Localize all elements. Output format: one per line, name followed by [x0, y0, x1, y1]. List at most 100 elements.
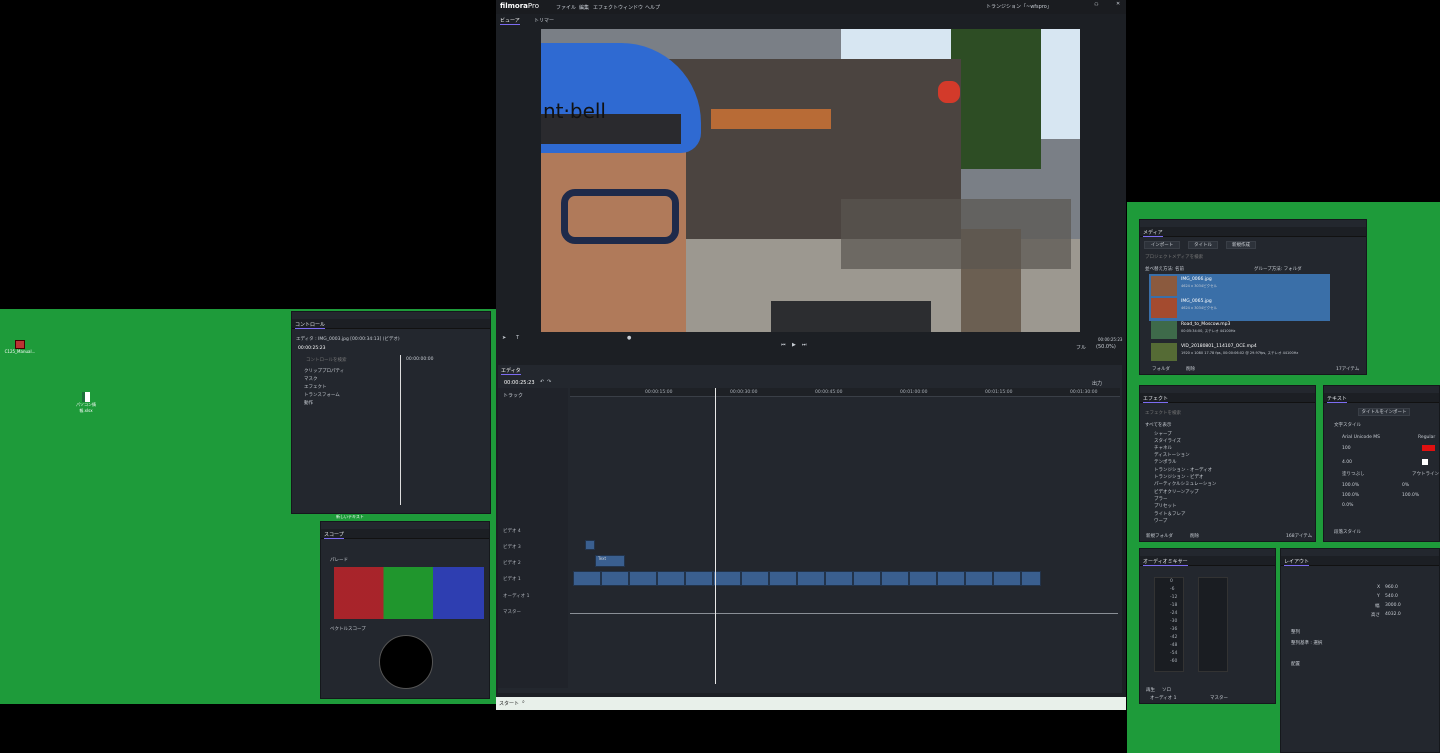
effect-category[interactable]: ライト＆フレア — [1154, 511, 1186, 517]
editor-timecode: 00:00:25:23 — [504, 380, 535, 386]
fill-select[interactable]: 塗りつぶし — [1342, 471, 1365, 477]
x-input[interactable]: 960.0 — [1385, 585, 1398, 590]
tracking-input[interactable]: 0% — [1402, 483, 1409, 488]
scale-x-input[interactable]: 100.0% — [1342, 483, 1359, 488]
fill-color-swatch[interactable] — [1422, 445, 1435, 451]
effect-category[interactable]: スタイライズ — [1154, 438, 1181, 444]
size-input[interactable]: 100 — [1342, 446, 1351, 451]
align-label: 整列 — [1291, 630, 1300, 635]
text-clip[interactable] — [585, 540, 595, 550]
control-item[interactable]: トランスフォーム — [304, 392, 340, 398]
next-frame-icon[interactable]: ⏭ — [802, 342, 807, 348]
select-tool-icon[interactable]: ➤ — [502, 335, 506, 341]
stroke-color-swatch[interactable] — [1422, 459, 1428, 465]
vectorscope-label: ベクトルスコープ — [330, 627, 366, 632]
media-item[interactable]: VID_20180801_114107_OCE.mp4 1920 x 1080 … — [1149, 341, 1330, 363]
effect-category[interactable]: トランジション - オーディオ — [1154, 467, 1212, 473]
menu-effects[interactable]: エフェクト — [593, 4, 618, 11]
text-style-label: 文字スタイル — [1334, 423, 1361, 428]
playhead[interactable] — [715, 388, 716, 684]
leading-input[interactable]: 100.0% — [1402, 493, 1419, 498]
effect-category[interactable]: プリセット — [1154, 503, 1177, 509]
height-input[interactable]: 4032.0 — [1385, 612, 1401, 617]
outline-toggle[interactable]: アウトライン — [1412, 471, 1439, 477]
control-item[interactable]: 動作 — [304, 400, 313, 406]
align-base-select[interactable]: 整列基準 : 選択 — [1291, 640, 1322, 646]
solo-tab[interactable]: ソロ — [1162, 687, 1171, 693]
effect-category[interactable]: ワープ — [1154, 518, 1167, 524]
control-search[interactable]: コントロールを検索 — [306, 357, 347, 363]
thumbnail — [1151, 321, 1177, 339]
undo-icon[interactable]: ↶ — [540, 379, 544, 385]
fit-select[interactable]: フル — [1076, 344, 1086, 351]
import-title-button[interactable]: タイトルをインポート — [1358, 408, 1410, 416]
effects-delete-button[interactable]: 削除 — [1190, 533, 1199, 539]
control-item[interactable]: エフェクト — [304, 384, 327, 390]
text-panel: テキスト タイトルをインポート 文字スタイル Arial Unicode MS … — [1323, 385, 1440, 542]
meter-channel-2 — [1198, 577, 1228, 672]
effect-category[interactable]: パーティクルシミュレーション — [1154, 481, 1216, 487]
desktop-icon-xlsx[interactable]: パソコン情報.xlsx — [70, 392, 102, 414]
search-icon[interactable]: ⌕ — [522, 699, 525, 705]
media-item[interactable]: Road_to_Moscow.mp3 00:05:34:00, ステレオ 441… — [1149, 319, 1330, 341]
ruler-tick: 00:00:15:00 — [645, 390, 673, 395]
menu-help[interactable]: ヘルプ — [645, 4, 660, 11]
control-timecode: 00:00:25:23 — [298, 346, 326, 351]
import-button[interactable]: インポート — [1144, 241, 1180, 249]
meter-channel-1 — [1154, 577, 1184, 672]
lantern — [938, 81, 960, 103]
tab-viewer[interactable]: ビューア — [500, 17, 520, 25]
media-item[interactable]: IMG_0065.jpg 4624 x 3034ピクセル — [1149, 296, 1330, 321]
text-clip-2[interactable]: Text — [595, 555, 625, 567]
menu-file[interactable]: ファイル — [556, 4, 576, 11]
effects-search[interactable]: エフェクトを検索 — [1145, 410, 1181, 416]
user-icon[interactable]: ⚇ — [1094, 2, 1098, 8]
tab-trimmer[interactable]: トリマー — [534, 17, 554, 24]
play-icon[interactable]: ▶ — [792, 342, 796, 348]
folder-button[interactable]: フォルダ — [1152, 366, 1170, 372]
video-clip-strip[interactable] — [573, 571, 1041, 586]
effects-show[interactable]: すべてを表示 — [1145, 422, 1171, 428]
stroke-input[interactable]: 4.00 — [1342, 460, 1352, 465]
delete-button[interactable]: 削除 — [1186, 366, 1195, 372]
control-item[interactable]: マスク — [304, 376, 318, 382]
media-sort[interactable]: 並べ替え方法: 名前 — [1145, 266, 1184, 272]
effect-category[interactable]: ブラー — [1154, 496, 1168, 502]
effect-category[interactable]: ディストーション — [1154, 452, 1190, 458]
control-item[interactable]: クリッププロパティ — [304, 368, 344, 374]
playhead-marker-icon[interactable]: ● — [627, 335, 631, 341]
effect-category[interactable]: ビデオクリーンアップ — [1154, 489, 1199, 495]
desktop-icon-c125[interactable]: C125_Manual... — [4, 340, 36, 354]
viewer-timecode: 00:00:25:23 — [1098, 337, 1123, 342]
menu-edit[interactable]: 編集 — [579, 4, 589, 11]
prev-frame-icon[interactable]: ⏮ — [781, 342, 786, 348]
output-button[interactable]: 出力 — [1092, 380, 1102, 387]
effect-category[interactable]: チャネル — [1154, 445, 1172, 451]
y-input[interactable]: 540.0 — [1385, 594, 1398, 599]
close-icon[interactable]: ✕ — [1116, 1, 1120, 7]
font-select[interactable]: Arial Unicode MS — [1342, 435, 1380, 440]
start-button[interactable]: スタート — [499, 700, 519, 707]
scale-y-input[interactable]: 100.0% — [1342, 493, 1359, 498]
text-tool-icon[interactable]: T — [516, 335, 519, 341]
redo-icon[interactable]: ↷ — [547, 379, 551, 385]
playback-tab[interactable]: 再生 — [1146, 687, 1155, 693]
weight-select[interactable]: Regular — [1418, 435, 1435, 440]
zoom-select[interactable]: (50.0%) — [1096, 344, 1116, 350]
width-input[interactable]: 3000.0 — [1385, 603, 1401, 608]
effect-category[interactable]: シャープ — [1154, 431, 1172, 437]
main-window: filmoraPro ファイル 編集 エフェクト ウィンドウ ヘルプ トランジシ… — [496, 0, 1126, 710]
effect-category[interactable]: トランジション - ビデオ — [1154, 474, 1203, 480]
effect-category[interactable]: テンポラル — [1154, 459, 1177, 465]
title-button[interactable]: タイトル — [1188, 241, 1218, 249]
track-header-label: トラック — [503, 393, 524, 399]
menu-window[interactable]: ウィンドウ — [618, 4, 643, 11]
media-search[interactable]: プロジェクトメディアを検索 — [1145, 254, 1203, 260]
meter-scale: -54 — [1170, 651, 1178, 656]
new-folder-button[interactable]: 新規フォルダ — [1146, 533, 1173, 539]
baseline-input[interactable]: 0.0% — [1342, 503, 1353, 508]
excel-file-icon — [82, 392, 90, 402]
new-button[interactable]: 新規作成 — [1226, 241, 1256, 249]
editor-panel: エディタ 00:00:25:23 ↶ ↷ 出力 トラック 00:00:15:00… — [498, 365, 1122, 693]
media-group[interactable]: グループ方法: フォルダ — [1254, 266, 1302, 272]
